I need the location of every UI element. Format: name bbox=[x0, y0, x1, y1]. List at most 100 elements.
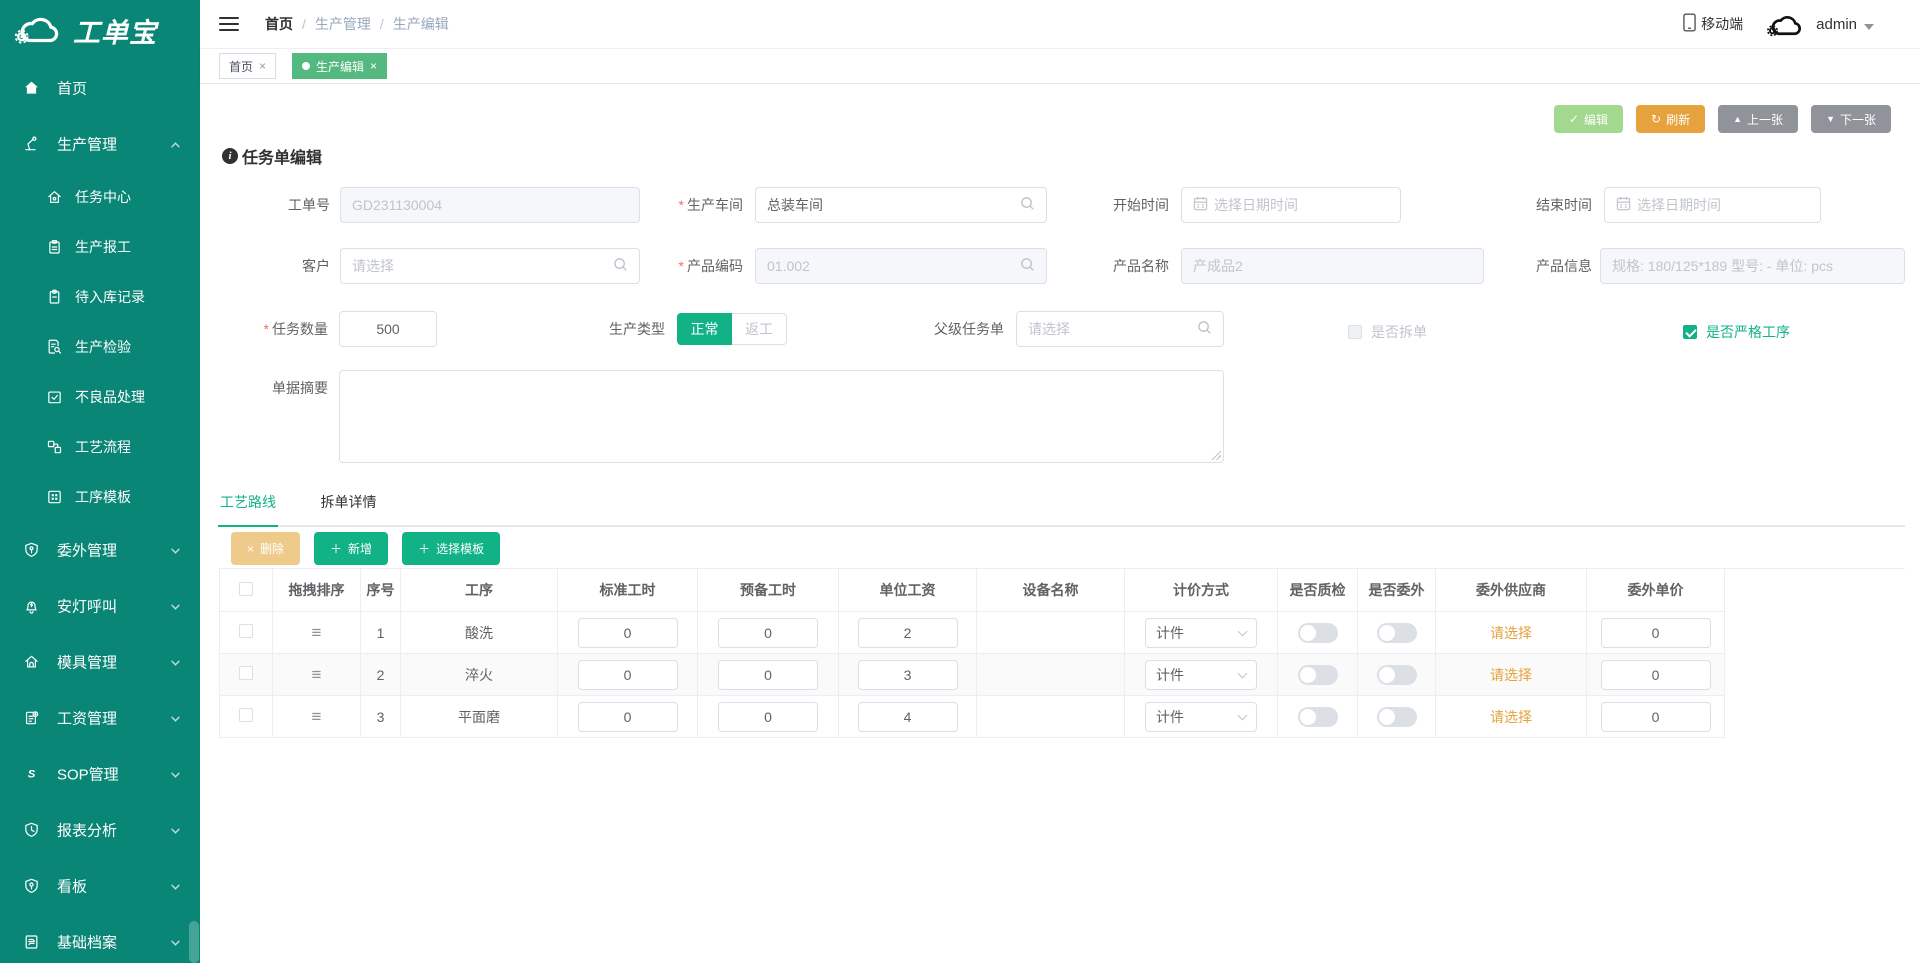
row-checkbox[interactable] bbox=[239, 666, 253, 680]
strict-process-checkbox[interactable]: 是否严格工序 bbox=[1683, 322, 1790, 342]
supplier-select[interactable]: 请选择 bbox=[1490, 667, 1532, 683]
column-header: 是否质检 bbox=[1278, 569, 1358, 612]
row-checkbox[interactable] bbox=[239, 708, 253, 722]
mobile-entry[interactable]: 移动端 bbox=[1683, 13, 1743, 35]
sidebar-item-wage[interactable]: 工资管理 bbox=[0, 690, 200, 746]
outsource-toggle[interactable] bbox=[1377, 623, 1417, 643]
sidebar-item-home[interactable]: 首页 bbox=[0, 60, 200, 116]
add-row-button[interactable]: ＋新增 bbox=[314, 532, 388, 565]
chevron-up-icon bbox=[170, 136, 181, 153]
supplier-select[interactable]: 请选择 bbox=[1490, 625, 1532, 641]
start-time-field[interactable] bbox=[1181, 187, 1401, 223]
prod-type-rework[interactable]: 返工 bbox=[732, 313, 787, 345]
parent-order-input[interactable] bbox=[1028, 321, 1191, 337]
unit-wage-input[interactable]: 4 bbox=[858, 702, 958, 732]
sidebar-item-flow[interactable]: 工艺流程 bbox=[0, 422, 200, 472]
std-hours-input[interactable]: 0 bbox=[578, 702, 678, 732]
drag-handle-icon[interactable]: ≡ bbox=[312, 623, 322, 642]
supplier-select[interactable]: 请选择 bbox=[1490, 709, 1532, 725]
end-time-input[interactable] bbox=[1637, 197, 1809, 213]
sidebar-item-archive[interactable]: 基础档案 bbox=[0, 914, 200, 963]
sidebar-item-label: 模具管理 bbox=[57, 652, 117, 673]
sidebar-item-mold[interactable]: 模具管理 bbox=[0, 634, 200, 690]
device-cell bbox=[977, 612, 1125, 654]
product-info-input[interactable] bbox=[1612, 258, 1893, 274]
prep-hours-input[interactable]: 0 bbox=[718, 660, 818, 690]
qc-toggle[interactable] bbox=[1298, 623, 1338, 643]
sidebar-item-bell[interactable]: 安灯呼叫 bbox=[0, 578, 200, 634]
std-hours-input[interactable]: 0 bbox=[578, 660, 678, 690]
sidebar-item-production[interactable]: 生产管理 bbox=[0, 116, 200, 172]
breadcrumb-item[interactable]: 生产编辑 bbox=[393, 14, 449, 34]
inbound-icon bbox=[44, 289, 64, 306]
sidebar-item-inbound[interactable]: 待入库记录 bbox=[0, 272, 200, 322]
prep-hours-input[interactable]: 0 bbox=[718, 702, 818, 732]
next-button[interactable]: ▼下一张 bbox=[1811, 105, 1891, 133]
search-icon[interactable] bbox=[1197, 320, 1212, 338]
product-code-input[interactable] bbox=[767, 258, 1014, 274]
breadcrumb-item[interactable]: 生产管理 bbox=[315, 14, 371, 34]
select-all-checkbox[interactable] bbox=[239, 582, 253, 596]
pricing-select[interactable]: 计件 bbox=[1145, 618, 1257, 648]
qc-toggle[interactable] bbox=[1298, 707, 1338, 727]
product-name-label: 产品名称 bbox=[1000, 248, 1169, 284]
breadcrumb-item[interactable]: 首页 bbox=[265, 14, 293, 34]
tab-生产编辑[interactable]: 生产编辑× bbox=[292, 53, 387, 79]
start-time-input[interactable] bbox=[1214, 197, 1389, 213]
hamburger-menu-icon[interactable] bbox=[219, 13, 239, 35]
user-avatar-cloud-icon[interactable] bbox=[1765, 10, 1807, 38]
triangle-up-icon: ▲ bbox=[1733, 114, 1742, 124]
parent-order-field[interactable] bbox=[1016, 311, 1224, 347]
device-cell bbox=[977, 654, 1125, 696]
split-order-checkbox[interactable]: 是否拆单 bbox=[1348, 322, 1427, 342]
tab-close-icon[interactable]: × bbox=[259, 59, 266, 73]
tab-split-detail[interactable]: 拆单详情 bbox=[318, 484, 378, 525]
sidebar-item-sop[interactable]: SSOP管理 bbox=[0, 746, 200, 802]
check-icon: ✓ bbox=[1569, 112, 1579, 126]
chevron-down-icon[interactable] bbox=[1864, 24, 1874, 30]
pricing-select[interactable]: 计件 bbox=[1145, 660, 1257, 690]
drag-handle-icon[interactable]: ≡ bbox=[312, 707, 322, 726]
sidebar-item-board-shield[interactable]: 看板 bbox=[0, 858, 200, 914]
sidebar-item-shield[interactable]: 委外管理 bbox=[0, 522, 200, 578]
end-time-field[interactable] bbox=[1604, 187, 1821, 223]
sidebar-item-defect[interactable]: 不良品处理 bbox=[0, 372, 200, 422]
outsource-toggle[interactable] bbox=[1377, 707, 1417, 727]
task-qty-input[interactable] bbox=[351, 321, 425, 337]
refresh-button[interactable]: ↻刷新 bbox=[1636, 105, 1705, 133]
sidebar-item-inspect[interactable]: 生产检验 bbox=[0, 322, 200, 372]
sidebar-scrollbar[interactable] bbox=[189, 921, 199, 963]
tab-close-icon[interactable]: × bbox=[370, 59, 377, 73]
pricing-select[interactable]: 计件 bbox=[1145, 702, 1257, 732]
std-hours-input[interactable]: 0 bbox=[578, 618, 678, 648]
tab-首页[interactable]: 首页× bbox=[219, 53, 276, 79]
sidebar-item-report[interactable]: 生产报工 bbox=[0, 222, 200, 272]
app-logo[interactable]: 工单宝 bbox=[0, 0, 200, 60]
username[interactable]: admin bbox=[1816, 16, 1857, 33]
checkbox-icon[interactable] bbox=[1348, 325, 1362, 339]
prev-button[interactable]: ▲上一张 bbox=[1718, 105, 1798, 133]
sidebar-item-chart-shield[interactable]: 报表分析 bbox=[0, 802, 200, 858]
checkbox-checked-icon[interactable] bbox=[1683, 325, 1697, 339]
task-qty-field[interactable] bbox=[339, 311, 437, 347]
workshop-input[interactable] bbox=[767, 197, 1014, 213]
resize-grip-icon[interactable] bbox=[1210, 449, 1221, 460]
drag-handle-icon[interactable]: ≡ bbox=[312, 665, 322, 684]
unit-wage-input[interactable]: 3 bbox=[858, 660, 958, 690]
summary-textarea[interactable] bbox=[340, 371, 1223, 462]
qc-toggle[interactable] bbox=[1298, 665, 1338, 685]
out-price-input[interactable]: 0 bbox=[1601, 660, 1711, 690]
sidebar-item-task[interactable]: 任务中心 bbox=[0, 172, 200, 222]
outsource-toggle[interactable] bbox=[1377, 665, 1417, 685]
out-price-input[interactable]: 0 bbox=[1601, 702, 1711, 732]
unit-wage-input[interactable]: 2 bbox=[858, 618, 958, 648]
edit-button[interactable]: ✓编辑 bbox=[1554, 105, 1623, 133]
sidebar-item-template[interactable]: 工序模板 bbox=[0, 472, 200, 522]
row-checkbox[interactable] bbox=[239, 624, 253, 638]
out-price-input[interactable]: 0 bbox=[1601, 618, 1711, 648]
prod-type-normal[interactable]: 正常 bbox=[677, 313, 732, 345]
select-template-button[interactable]: ＋选择模板 bbox=[402, 532, 500, 565]
tab-process-route[interactable]: 工艺路线 bbox=[218, 484, 278, 527]
delete-button[interactable]: ×删除 bbox=[231, 532, 300, 565]
prep-hours-input[interactable]: 0 bbox=[718, 618, 818, 648]
